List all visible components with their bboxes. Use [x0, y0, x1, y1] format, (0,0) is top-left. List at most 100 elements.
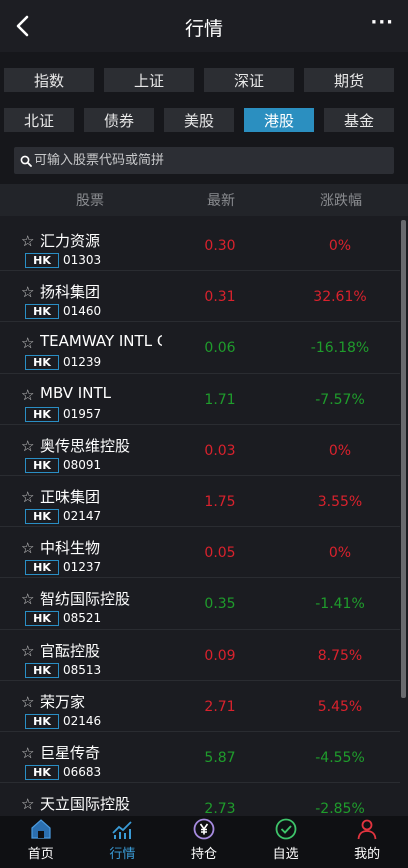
more-menu-button[interactable]: ··· — [370, 12, 394, 33]
list-item[interactable]: ☆ 智纺国际控股 HK 08521 0.35 -1.41% — [0, 578, 400, 630]
list-item[interactable]: ☆ 奥传思维控股 HK 08091 0.03 0% — [0, 425, 400, 476]
stock-price: 1.71 — [204, 391, 236, 408]
stock-price: 2.73 — [204, 801, 236, 816]
stock-name: 巨星传奇 — [40, 743, 101, 762]
list-item[interactable]: ☆ 天立国际控股 HK 01773 2.73 -2.85% — [0, 783, 400, 816]
star-icon[interactable]: ☆ — [21, 283, 34, 301]
list-item[interactable]: ☆ 汇力资源 HK 01303 0.30 0% — [0, 220, 400, 272]
star-icon[interactable]: ☆ — [21, 693, 34, 711]
stock-name: TEAMWAY INTL GROUP — [40, 332, 162, 351]
market-badge: HK — [25, 662, 59, 678]
list-item[interactable]: ☆ 巨星传奇 HK 06683 5.87 -4.55% — [0, 732, 400, 784]
stock-name: 扬科集团 — [40, 283, 101, 302]
star-icon[interactable]: ☆ — [21, 744, 34, 762]
search-bar — [14, 147, 394, 174]
list-scrollbar[interactable] — [401, 220, 406, 698]
search-icon — [20, 155, 32, 167]
market-badge: HK — [25, 304, 59, 320]
tab-bonds[interactable]: 债券 — [84, 108, 154, 132]
stock-name: 正味集团 — [40, 487, 101, 506]
stock-code: 01460 — [63, 304, 102, 319]
stock-change: 0% — [328, 545, 352, 562]
list-item[interactable]: ☆ 官酝控股 HK 08513 0.09 8.75% — [0, 630, 400, 681]
stock-price: 0.35 — [204, 596, 236, 613]
stock-code: 01239 — [63, 355, 102, 370]
tab-us-stocks[interactable]: 美股 — [164, 108, 234, 132]
market-badge: HK — [25, 406, 59, 422]
star-icon[interactable]: ☆ — [21, 539, 34, 557]
list-item[interactable]: ☆ TEAMWAY INTL GROUP HK 01239 0.06 -16.1… — [0, 322, 400, 374]
yen-coin-icon — [193, 818, 215, 840]
nav-market[interactable]: 行情 — [82, 816, 164, 868]
star-icon[interactable]: ☆ — [21, 590, 34, 608]
tab-shanghai[interactable]: 上证 — [104, 68, 194, 92]
nav-watchlist-label: 自选 — [272, 847, 299, 862]
check-circle-icon — [275, 818, 296, 840]
star-icon[interactable]: ☆ — [21, 232, 34, 250]
stock-name: 中科生物 — [40, 539, 101, 558]
tab-beijing[interactable]: 北证 — [4, 108, 74, 132]
star-icon[interactable]: ☆ — [21, 642, 34, 660]
stock-name: MBV INTL — [40, 383, 111, 402]
list-item[interactable]: ☆ 扬科集团 HK 01460 0.31 32.61% — [0, 271, 400, 323]
search-input[interactable] — [34, 153, 374, 168]
stock-change: 5.45% — [317, 698, 363, 715]
stock-change: -2.85% — [315, 801, 365, 816]
market-badge: HK — [25, 457, 59, 473]
column-latest[interactable]: 最新 — [207, 190, 235, 210]
tab-shenzhen[interactable]: 深证 — [204, 68, 294, 92]
stock-code: 08513 — [63, 662, 102, 677]
column-change[interactable]: 涨跌幅 — [320, 190, 362, 210]
list-item[interactable]: ☆ 中科生物 HK 01237 0.05 0% — [0, 527, 400, 579]
stock-code: 08521 — [63, 611, 102, 626]
stock-name: 汇力资源 — [40, 232, 101, 250]
stock-price: 0.30 — [204, 238, 236, 254]
stock-price: 0.05 — [204, 545, 236, 562]
star-icon[interactable]: ☆ — [21, 437, 34, 455]
stock-change: -4.55% — [315, 749, 365, 766]
stock-name: 官酝控股 — [40, 641, 101, 660]
stock-name: 荣万家 — [40, 692, 86, 711]
tab-funds[interactable]: 基金 — [324, 108, 394, 132]
stock-name: 智纺国际控股 — [40, 590, 131, 609]
stock-change: 0% — [328, 238, 352, 254]
tab-hk-stocks[interactable]: 港股 — [244, 108, 314, 132]
stock-change: -16.18% — [310, 340, 370, 357]
nav-positions[interactable]: 持仓 — [163, 816, 245, 868]
home-icon — [31, 819, 51, 839]
stock-price: 1.75 — [204, 493, 236, 510]
list-item[interactable]: ☆ MBV INTL HK 01957 1.71 -7.57% — [0, 374, 400, 425]
column-stock[interactable]: 股票 — [76, 190, 104, 210]
bottom-nav: 首页 行情 持仓 自选 我的 — [0, 816, 408, 868]
star-icon[interactable]: ☆ — [21, 334, 34, 352]
market-tabs-row-2: 北证 债券 美股 港股 基金 — [4, 108, 394, 132]
star-icon[interactable]: ☆ — [21, 488, 34, 506]
stock-change: 32.61% — [313, 289, 367, 306]
market-badge: HK — [25, 253, 59, 268]
tab-index[interactable]: 指数 — [4, 68, 94, 92]
user-icon — [357, 819, 377, 840]
market-badge: HK — [25, 560, 59, 576]
stock-change: -1.41% — [315, 596, 365, 613]
nav-watchlist[interactable]: 自选 — [245, 816, 327, 868]
stock-name: 奥传思维控股 — [40, 436, 131, 455]
stock-change: 8.75% — [317, 647, 363, 664]
tab-futures[interactable]: 期货 — [304, 68, 394, 92]
list-item[interactable]: ☆ 正味集团 HK 02147 1.75 3.55% — [0, 476, 400, 528]
stock-code: 01237 — [63, 560, 102, 575]
stock-code: 01303 — [63, 253, 102, 267]
stock-price: 0.06 — [204, 340, 236, 357]
stock-name: 天立国际控股 — [40, 795, 131, 814]
nav-positions-label: 持仓 — [190, 847, 217, 862]
stock-code: 02146 — [63, 713, 102, 728]
market-badge: HK — [25, 611, 59, 627]
stock-list: ☆ 汇力资源 HK 01303 0.30 0% ☆ 扬科集团 HK 01460 … — [0, 220, 400, 816]
stock-code: 02147 — [63, 508, 102, 523]
nav-profile[interactable]: 我的 — [326, 816, 408, 868]
nav-home[interactable]: 首页 — [0, 816, 82, 868]
stock-code: 01957 — [63, 406, 102, 421]
list-item[interactable]: ☆ 荣万家 HK 02146 2.71 5.45% — [0, 681, 400, 732]
star-icon[interactable]: ☆ — [21, 386, 34, 404]
market-badge: HK — [25, 764, 59, 780]
star-icon[interactable]: ☆ — [21, 795, 34, 813]
